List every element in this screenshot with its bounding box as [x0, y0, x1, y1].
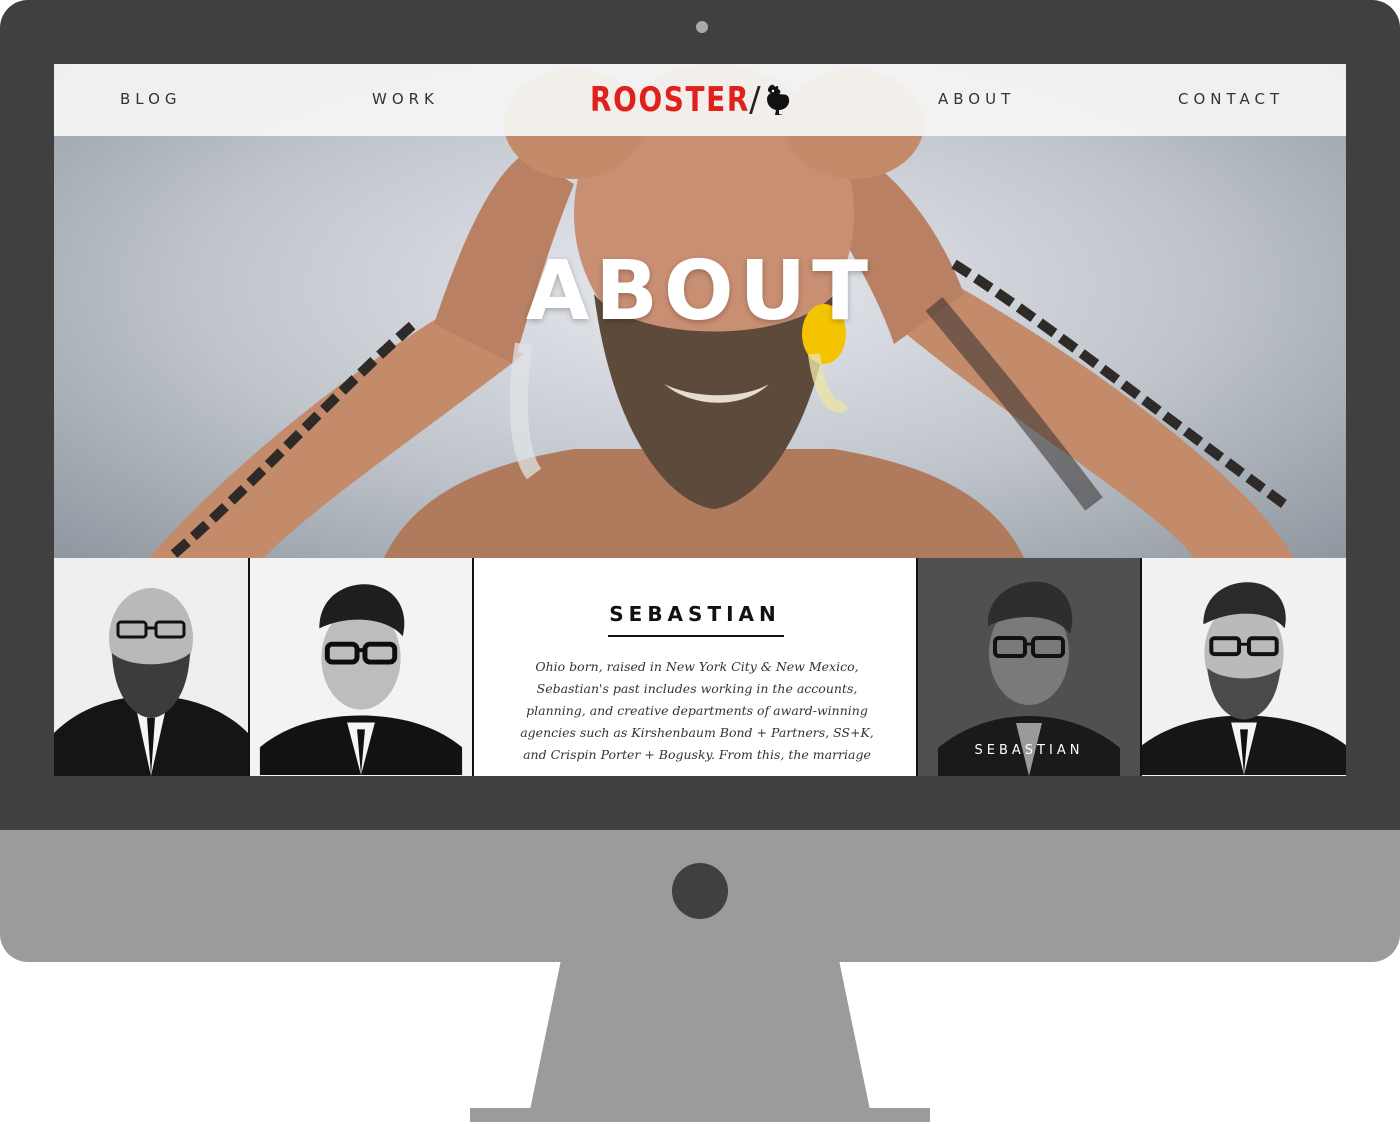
- portrait-caption: SEBASTIAN: [974, 743, 1084, 758]
- camera-icon: [696, 21, 708, 33]
- bio-name: SEBASTIAN: [609, 602, 781, 626]
- team-strip: SEBASTIAN Ohio born, raised in New York …: [54, 558, 1346, 776]
- bio-text: Ohio born, raised in New York City & New…: [520, 659, 874, 762]
- nav-link-work[interactable]: WORK: [372, 90, 439, 108]
- logo-wordmark: ROOSTER: [590, 80, 750, 120]
- bio-divider: [608, 635, 784, 637]
- rooster-logo[interactable]: ROOSTER /: [590, 78, 791, 122]
- team-member-portrait-selected[interactable]: SEBASTIAN: [918, 558, 1140, 776]
- rooster-icon: [766, 84, 789, 115]
- nav-link-contact[interactable]: CONTACT: [1178, 90, 1284, 108]
- monitor-stand-base: [470, 1108, 930, 1122]
- logo-slash: /: [749, 80, 761, 120]
- hero-banner: ABOUT: [54, 64, 1346, 558]
- apple-logo-icon: [672, 863, 728, 919]
- team-member-portrait[interactable]: [248, 558, 472, 776]
- bio-panel: SEBASTIAN Ohio born, raised in New York …: [472, 558, 918, 776]
- website-screen: ABOUT BLOG WORK ROOSTER / ABOUT CONTACT: [54, 64, 1346, 776]
- portrait-photo: [1142, 559, 1346, 775]
- top-navigation: BLOG WORK ROOSTER / ABOUT CONTACT: [54, 64, 1346, 136]
- hero-title: ABOUT: [525, 244, 875, 339]
- team-member-portrait[interactable]: [54, 558, 248, 776]
- nav-link-blog[interactable]: BLOG: [120, 90, 182, 108]
- monitor-stand: [530, 962, 870, 1110]
- portrait-photo: [54, 558, 248, 776]
- portrait-photo: [250, 558, 472, 776]
- nav-link-about[interactable]: ABOUT: [938, 90, 1015, 108]
- team-member-portrait[interactable]: [1140, 558, 1346, 776]
